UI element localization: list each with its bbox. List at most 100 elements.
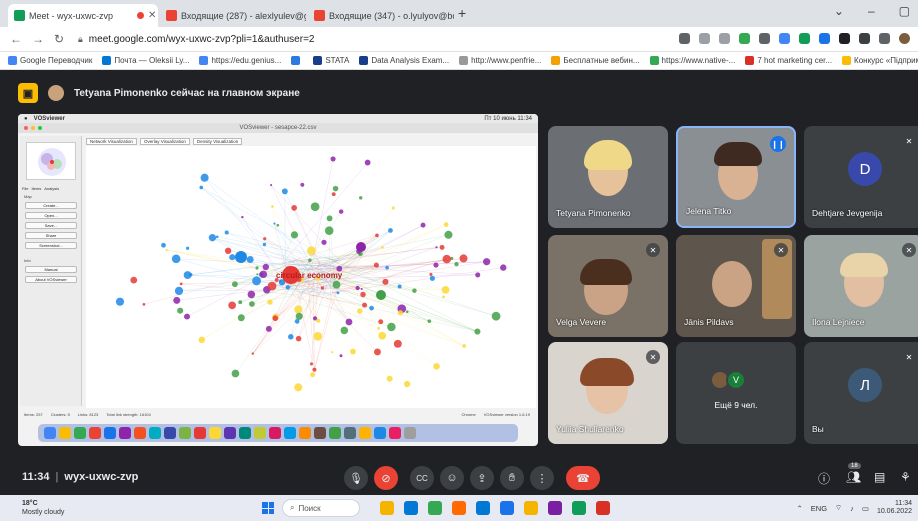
dock-app-icon[interactable] bbox=[179, 427, 191, 439]
bookmark-item[interactable]: STATA bbox=[313, 56, 349, 65]
participant-tile[interactable]: ✕ Velga Vevere bbox=[548, 235, 668, 337]
create-button[interactable]: Create... bbox=[25, 202, 77, 209]
captions-button[interactable]: CC bbox=[410, 466, 434, 490]
extension-e-icon[interactable] bbox=[819, 33, 830, 44]
dock-app-icon[interactable] bbox=[284, 427, 296, 439]
participant-tile[interactable]: ✕ Jānis Pildavs bbox=[676, 235, 796, 337]
activities-icon[interactable]: ⚘ bbox=[900, 470, 911, 484]
dock-app-icon[interactable] bbox=[269, 427, 281, 439]
taskbar-app-icon[interactable] bbox=[476, 501, 490, 515]
extension-d-icon[interactable] bbox=[799, 33, 810, 44]
puzzle-icon[interactable] bbox=[879, 33, 890, 44]
participant-tile[interactable]: D ✕ Dehtjare Jevgenija bbox=[804, 126, 918, 228]
taskbar-app-icon[interactable] bbox=[452, 501, 466, 515]
participant-tile[interactable]: ✕ Ilona Lejniece bbox=[804, 235, 918, 337]
new-tab-button[interactable]: + bbox=[458, 5, 466, 21]
reactions-button[interactable]: ☺ bbox=[440, 466, 464, 490]
camera-off-button[interactable]: ⊘ bbox=[374, 466, 398, 490]
dock-app-icon[interactable] bbox=[389, 427, 401, 439]
bookmark-item[interactable]: http://www.penfrie... bbox=[459, 56, 541, 65]
bookmark-item[interactable]: Google Переводчик bbox=[8, 56, 92, 65]
reload-icon[interactable]: ↻ bbox=[54, 32, 64, 46]
extension-a-icon[interactable] bbox=[739, 33, 750, 44]
tab-meet[interactable]: Meet - wyx-uxwc-zvp ✕ bbox=[8, 4, 158, 27]
windows-start-icon[interactable] bbox=[262, 502, 274, 514]
dock-app-icon[interactable] bbox=[119, 427, 131, 439]
chevron-down-icon[interactable]: ⌄ bbox=[834, 4, 844, 18]
panel-tab-items[interactable]: Items bbox=[31, 186, 41, 191]
weather-widget[interactable]: 18°C Mostly cloudy bbox=[22, 499, 64, 517]
dock-app-icon[interactable] bbox=[209, 427, 221, 439]
back-arrow-icon[interactable]: ← bbox=[10, 32, 22, 46]
taskbar-clock[interactable]: 11:34 10.06.2022 bbox=[877, 500, 912, 516]
dock-app-icon[interactable] bbox=[404, 427, 416, 439]
manual-button[interactable]: Manual bbox=[25, 266, 77, 273]
extension-g-icon[interactable] bbox=[859, 33, 870, 44]
forward-arrow-icon[interactable]: → bbox=[32, 32, 44, 46]
dock-app-icon[interactable] bbox=[239, 427, 251, 439]
others-tile[interactable]: V Ещё 9 чел. bbox=[676, 342, 796, 444]
share-button[interactable]: Share bbox=[25, 232, 77, 239]
raise-hand-button[interactable]: ✋︎ bbox=[500, 466, 524, 490]
bookmark-item[interactable]: Конкурс «Підприм... bbox=[842, 56, 918, 65]
tab-overlay-visualization[interactable]: Overlay Visualization bbox=[139, 138, 190, 145]
dock-app-icon[interactable] bbox=[164, 427, 176, 439]
wifi-icon[interactable]: ⌔ bbox=[835, 503, 842, 513]
save-button[interactable]: Save... bbox=[25, 222, 77, 229]
leave-call-button[interactable]: ☎︎ bbox=[566, 466, 600, 490]
dock-app-icon[interactable] bbox=[299, 427, 311, 439]
tab-density-visualization[interactable]: Density Visualization bbox=[192, 138, 243, 145]
profile-avatar[interactable] bbox=[899, 33, 910, 44]
battery-icon[interactable]: ▭ bbox=[862, 504, 869, 513]
chevron-up-icon[interactable]: ⌃ bbox=[796, 504, 802, 513]
dock-app-icon[interactable] bbox=[224, 427, 236, 439]
tab-gmail-2[interactable]: Входящие (347) - o.lyulyov@bo ✕ bbox=[308, 4, 454, 27]
star-icon[interactable] bbox=[719, 33, 730, 44]
open-button[interactable]: Open... bbox=[25, 212, 77, 219]
dock-app-icon[interactable] bbox=[194, 427, 206, 439]
url-input[interactable]: 🔒︎ meet.google.com/wyx-uxwc-zvp?pli=1&au… bbox=[78, 30, 638, 49]
network-visualization-canvas[interactable]: circular economy bbox=[86, 146, 536, 408]
taskbar-app-icon[interactable] bbox=[500, 501, 514, 515]
volume-icon[interactable]: ♪ bbox=[850, 504, 854, 513]
dock-app-icon[interactable] bbox=[329, 427, 341, 439]
dock-app-icon[interactable] bbox=[44, 427, 56, 439]
participant-tile[interactable]: Tetyana Pimonenko bbox=[548, 126, 668, 228]
dock-app-icon[interactable] bbox=[359, 427, 371, 439]
people-icon[interactable]: 18 👥︎ bbox=[846, 463, 861, 484]
dock-app-icon[interactable] bbox=[59, 427, 71, 439]
tab-network-visualization[interactable]: Network Visualization bbox=[86, 138, 137, 145]
dock-app-icon[interactable] bbox=[374, 427, 386, 439]
share-icon[interactable] bbox=[699, 33, 710, 44]
taskbar-app-icon[interactable] bbox=[380, 501, 394, 515]
info-icon[interactable]: ⓘ bbox=[818, 470, 830, 487]
present-screen-icon[interactable]: ▣ bbox=[18, 83, 38, 103]
close-tab-icon[interactable]: ✕ bbox=[148, 10, 156, 21]
dock-app-icon[interactable] bbox=[134, 427, 146, 439]
participant-tile-speaking[interactable]: ❙❙ Jelena Titko bbox=[676, 126, 796, 228]
maximize-button[interactable]: ▢ bbox=[899, 4, 910, 18]
screenshot-button[interactable]: Screenshot... bbox=[25, 242, 77, 249]
panel-tab-file[interactable]: File bbox=[22, 186, 28, 191]
dock-app-icon[interactable] bbox=[104, 427, 116, 439]
about-button[interactable]: About VOSviewer bbox=[25, 276, 77, 283]
minimize-button[interactable]: – bbox=[868, 4, 875, 18]
dock-app-icon[interactable] bbox=[254, 427, 266, 439]
extension-c-icon[interactable] bbox=[779, 33, 790, 44]
present-button[interactable]: ⇪ bbox=[470, 466, 494, 490]
bookmark-item[interactable]: https://edu.genius... bbox=[199, 56, 281, 65]
extension-f-icon[interactable] bbox=[839, 33, 850, 44]
taskbar-app-icon[interactable] bbox=[596, 501, 610, 515]
bookmark-item[interactable] bbox=[291, 56, 303, 65]
dock-app-icon[interactable] bbox=[89, 427, 101, 439]
taskbar-app-icon[interactable] bbox=[404, 501, 418, 515]
taskbar-app-icon[interactable] bbox=[524, 501, 538, 515]
dock-app-icon[interactable] bbox=[149, 427, 161, 439]
extension-b-icon[interactable] bbox=[759, 33, 770, 44]
bookmark-item[interactable]: Бесплатные вебин... bbox=[551, 56, 640, 65]
dock-app-icon[interactable] bbox=[314, 427, 326, 439]
taskbar-app-icon[interactable] bbox=[428, 501, 442, 515]
bookmark-item[interactable]: Data Analysis Exam... bbox=[359, 56, 449, 65]
taskbar-app-icon[interactable] bbox=[548, 501, 562, 515]
participant-tile[interactable]: ✕ Yuliia Shuliarenko bbox=[548, 342, 668, 444]
